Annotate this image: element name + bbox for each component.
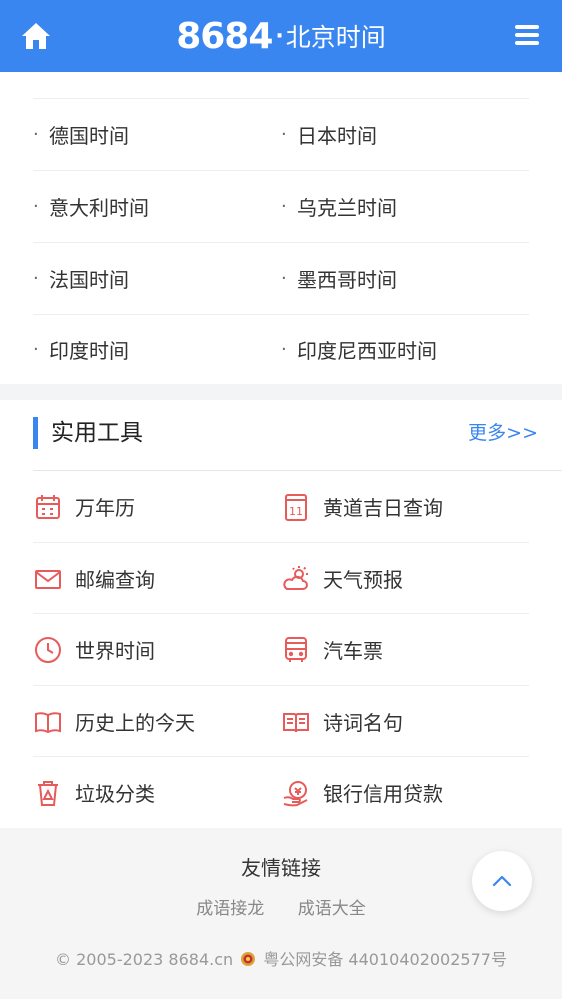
tool-calendar[interactable]: 万年历 xyxy=(33,471,135,542)
link-label: 日本时间 xyxy=(297,124,377,148)
tool-garbage-sorting[interactable]: 垃圾分类 xyxy=(33,757,155,828)
copyright-text: © 2005-2023 8684.cn xyxy=(55,950,234,969)
tool-bus-ticket[interactable]: 汽车票 xyxy=(281,614,383,685)
site-logo[interactable]: 8684 · 北京时间 xyxy=(176,16,386,57)
calendar-icon xyxy=(36,494,60,519)
link-label: 印度尼西亚时间 xyxy=(297,339,437,363)
bullet: · xyxy=(281,268,287,289)
footer: 友情链接 成语接龙 成语大全 © 2005-2023 8684.cn 粤公网安备… xyxy=(0,828,562,999)
tool-bank-loan[interactable]: 银行信用贷款 xyxy=(281,757,443,828)
weather-icon xyxy=(283,565,308,590)
bullet: · xyxy=(281,124,287,145)
police-badge-icon xyxy=(241,952,256,966)
tool-postcode[interactable]: 邮编查询 xyxy=(33,543,155,614)
trash-icon xyxy=(38,780,58,806)
bullet: · xyxy=(281,339,287,360)
list-row: · 德国时间 · 日本时间 xyxy=(33,99,529,170)
back-to-top-button[interactable] xyxy=(472,851,532,911)
clock-icon xyxy=(35,636,61,663)
link-label: 法国时间 xyxy=(49,268,129,292)
chevron-up-icon xyxy=(492,875,512,887)
link-label: 乌克兰时间 xyxy=(297,196,397,220)
bullet: · xyxy=(33,196,39,217)
link-label: 墨西哥时间 xyxy=(297,268,397,292)
tool-label: 银行信用贷款 xyxy=(323,782,443,806)
tool-label: 汽车票 xyxy=(323,639,383,663)
list-row: · 意大利时间 · 乌克兰时间 xyxy=(33,171,529,242)
logo-dot: · xyxy=(275,23,284,49)
svg-text:11: 11 xyxy=(289,505,303,518)
bus-icon xyxy=(285,636,307,662)
tool-history-today[interactable]: 历史上的今天 xyxy=(33,686,195,757)
tools-section-header: 实用工具 更多>> xyxy=(0,400,562,470)
loan-icon xyxy=(283,780,308,806)
tool-label: 天气预报 xyxy=(323,568,403,592)
country-link-india[interactable]: · 印度时间 xyxy=(33,314,129,385)
list-row: · 印度时间 · 印度尼西亚时间 xyxy=(33,314,529,385)
tool-poems[interactable]: 诗词名句 xyxy=(281,686,403,757)
link-label: 意大利时间 xyxy=(49,196,149,220)
menu-icon[interactable] xyxy=(514,22,540,48)
link-label: 德国时间 xyxy=(49,124,129,148)
date-11-icon: 11 xyxy=(285,493,307,521)
tool-label: 邮编查询 xyxy=(75,568,155,592)
country-link-mexico[interactable]: · 墨西哥时间 xyxy=(281,243,397,314)
poem-book-icon xyxy=(283,712,309,732)
tool-auspicious-date[interactable]: 11 黄道吉日查询 xyxy=(281,471,443,542)
tool-label: 诗词名句 xyxy=(323,711,403,735)
copyright: © 2005-2023 8684.cn 粤公网安备 44010402002577… xyxy=(0,946,562,970)
country-link-ukraine[interactable]: · 乌克兰时间 xyxy=(281,171,397,242)
icp-record[interactable]: 粤公网安备 44010402002577号 xyxy=(263,950,507,969)
country-time-list: · 德国时间 · 日本时间 · 意大利时间 · 乌克兰时间 · 法国时间 · 墨… xyxy=(0,72,562,384)
home-icon[interactable] xyxy=(20,20,52,52)
tool-world-time[interactable]: 世界时间 xyxy=(33,614,155,685)
bullet: · xyxy=(33,268,39,289)
country-link-france[interactable]: · 法国时间 xyxy=(33,243,129,314)
mail-icon xyxy=(35,569,61,589)
tool-row: 邮编查询 天气预报 xyxy=(33,543,529,614)
country-link-germany[interactable]: · 德国时间 xyxy=(33,99,129,170)
tool-row: 万年历 11 黄道吉日查询 xyxy=(33,471,529,542)
tool-label: 黄道吉日查询 xyxy=(323,496,443,520)
section-accent-bar xyxy=(33,417,38,449)
list-row: · 法国时间 · 墨西哥时间 xyxy=(33,243,529,314)
tool-weather[interactable]: 天气预报 xyxy=(281,543,403,614)
friend-link[interactable]: 成语接龙 xyxy=(196,899,264,919)
tool-label: 垃圾分类 xyxy=(75,782,155,806)
logo-text: 8684 xyxy=(176,15,273,57)
friend-link[interactable]: 成语大全 xyxy=(298,899,366,919)
country-link-indonesia[interactable]: · 印度尼西亚时间 xyxy=(281,314,437,385)
country-link-japan[interactable]: · 日本时间 xyxy=(281,99,377,170)
link-label: 印度时间 xyxy=(49,339,129,363)
page-title: 北京时间 xyxy=(285,23,386,52)
tool-row: 垃圾分类 银行信用贷款 xyxy=(33,757,529,828)
section-title: 实用工具 xyxy=(51,420,143,446)
more-link[interactable]: 更多>> xyxy=(468,419,538,447)
tool-label: 万年历 xyxy=(75,496,135,520)
book-open-icon xyxy=(35,711,61,733)
section-separator xyxy=(0,384,562,400)
tool-label: 历史上的今天 xyxy=(75,711,195,735)
tool-label: 世界时间 xyxy=(75,639,155,663)
bullet: · xyxy=(281,196,287,217)
top-header: 8684 · 北京时间 xyxy=(0,0,562,72)
tool-row: 世界时间 汽车票 xyxy=(33,614,529,685)
bullet: · xyxy=(33,339,39,360)
bullet: · xyxy=(33,124,39,145)
tool-row: 历史上的今天 诗词名句 xyxy=(33,686,529,757)
country-link-italy[interactable]: · 意大利时间 xyxy=(33,171,149,242)
